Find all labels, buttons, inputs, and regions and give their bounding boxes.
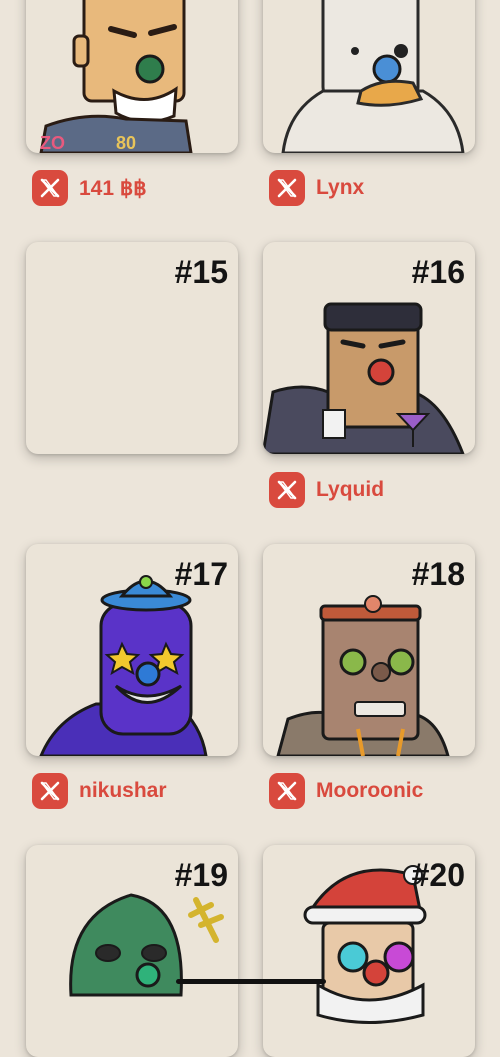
owner-row-17[interactable]: nikushar <box>32 773 167 809</box>
svg-text:80: 80 <box>116 133 136 153</box>
x-logo-icon[interactable] <box>32 773 68 809</box>
owner-name[interactable]: Lynx <box>316 176 364 200</box>
home-indicator[interactable] <box>176 979 326 984</box>
x-logo-icon[interactable] <box>269 170 305 206</box>
owner-row-13[interactable]: 141 ฿฿ <box>32 170 147 206</box>
nft-artwork-13: ZO 80 <box>39 0 193 153</box>
x-logo-icon[interactable] <box>269 472 305 508</box>
nft-card-17[interactable]: #17 <box>26 544 238 756</box>
nft-number: #15 <box>174 254 228 290</box>
x-logo-icon[interactable] <box>32 170 68 206</box>
svg-text:ZO: ZO <box>40 133 65 153</box>
nft-card-16[interactable]: #16 <box>263 242 475 454</box>
nft-card-13[interactable]: ZO 80 <box>26 0 238 153</box>
owner-name[interactable]: 141 ฿฿ <box>79 176 147 201</box>
owner-name[interactable]: nikushar <box>79 779 167 803</box>
owner-name[interactable]: Lyquid <box>316 478 384 502</box>
nft-artwork-14 <box>281 0 465 153</box>
nft-card-18[interactable]: #18 <box>263 544 475 756</box>
owner-row-18[interactable]: Mooroonic <box>269 773 423 809</box>
nft-number: #16 <box>411 254 465 290</box>
nft-card-14[interactable] <box>263 0 475 153</box>
nft-number: #18 <box>411 556 465 592</box>
owner-name[interactable]: Mooroonic <box>316 779 423 803</box>
owner-row-16[interactable]: Lyquid <box>269 472 384 508</box>
owner-row-14[interactable]: Lynx <box>269 170 364 206</box>
nft-number: #20 <box>411 857 465 893</box>
nft-card-20[interactable]: #20 <box>263 845 475 1057</box>
x-logo-icon[interactable] <box>269 773 305 809</box>
nft-card-15[interactable]: #15 <box>26 242 238 454</box>
nft-number: #17 <box>174 556 228 592</box>
nft-card-19[interactable]: #19 <box>26 845 238 1057</box>
nft-number: #19 <box>174 857 228 893</box>
